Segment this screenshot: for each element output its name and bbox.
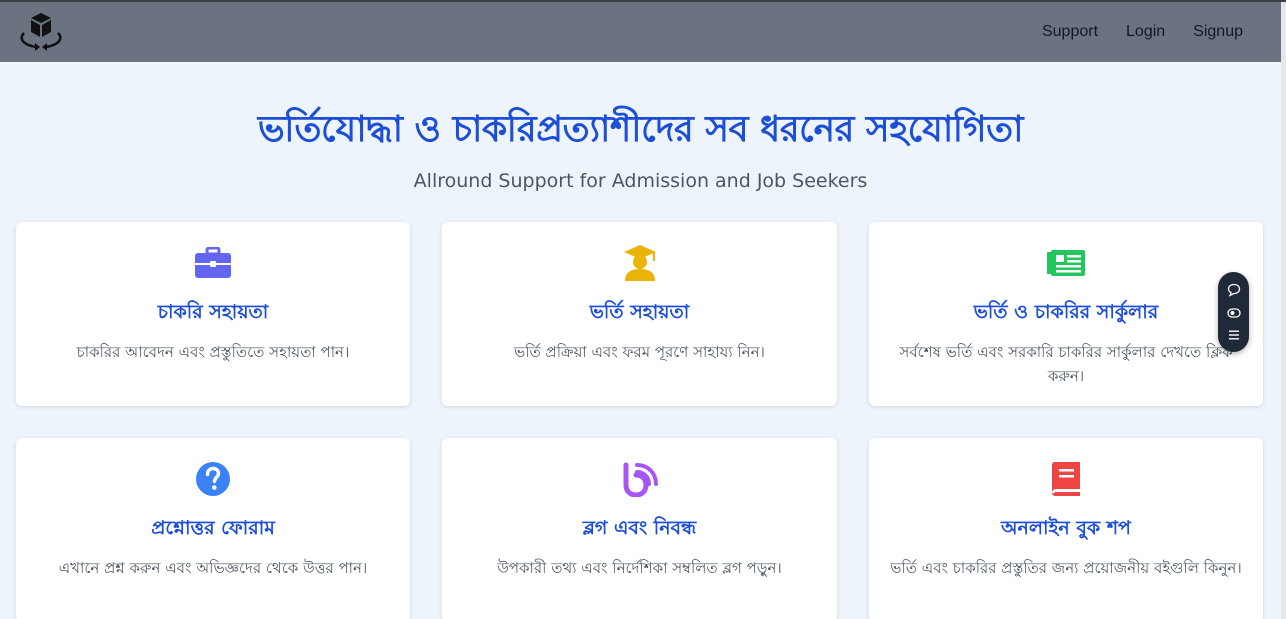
card-description: এখানে প্রশ্ন করুন এবং অভিজ্ঞদের থেকে উত্… [58,559,368,577]
nav-links: Support Login Signup [1042,23,1243,41]
eye-toggle-icon[interactable] [1226,307,1241,319]
nav-link-support[interactable]: Support [1042,23,1098,41]
card-admission-support[interactable]: ভর্তি সহায়তা ভর্তি প্রক্রিয়া এবং ফরম প… [442,222,837,406]
card-title: ভর্তি ও চাকরির সার্কুলার [973,301,1159,323]
card-title: ব্লগ এবং নিবন্ধ [582,517,697,539]
newspaper-icon [1047,250,1085,280]
hero-section: ভর্তিযোদ্ধা ও চাকরিপ্রত্যাশীদের সব ধরনের… [0,62,1281,192]
card-title: অনলাইন বুক শপ [1001,517,1131,539]
card-book-shop[interactable]: অনলাইন বুক শপ ভর্তি এবং চাকরির প্রস্তুতি… [869,438,1263,619]
question-circle-icon [195,461,231,501]
card-description: ভর্তি এবং চাকরির প্রস্তুতির জন্য প্রয়োজ… [890,559,1242,577]
hero-title: ভর্তিযোদ্ধা ও চাকরিপ্রত্যাশীদের সব ধরনের… [257,109,1024,150]
card-title: ভর্তি সহায়তা [589,301,690,323]
card-qa-forum[interactable]: প্রশ্নোত্তর ফোরাম এখানে প্রশ্ন করুন এবং … [16,438,410,619]
card-description: ভর্তি প্রক্রিয়া এবং ফরম পূরণে সাহায্য ন… [514,343,765,361]
page-scrollbar[interactable] [1281,2,1286,619]
nav-link-login[interactable]: Login [1126,23,1165,41]
blog-icon [621,461,659,501]
card-description: সর্বশেষ ভর্তি এবং সরকারি চাকরির সার্কুলা… [899,343,1233,385]
card-description: চাকরির আবেদন এবং প্রস্তুতিতে সহায়তা পান… [76,343,350,361]
card-job-support[interactable]: চাকরি সহায়তা চাকরির আবেদন এবং প্রস্তুতি… [16,222,410,406]
card-description: উপকারী তথ্য এবং নির্দেশিকা সম্বলিত ব্লগ … [497,559,782,577]
briefcase-icon [194,246,232,283]
hero-subtitle: Allround Support for Admission and Job S… [413,170,868,192]
graduate-icon [623,244,657,286]
card-circulars[interactable]: ভর্তি ও চাকরির সার্কুলার সর্বশেষ ভর্তি এ… [869,222,1263,406]
floating-toolbar [1218,272,1249,352]
card-title: চাকরি সহায়তা [157,301,269,323]
book-icon [1050,461,1082,501]
cube-arrows-icon[interactable] [16,12,66,52]
nav-link-signup[interactable]: Signup [1193,23,1243,41]
navbar: Support Login Signup [0,2,1281,62]
card-title: প্রশ্নোত্তর ফোরাম [151,517,275,539]
card-blog[interactable]: ব্লগ এবং নিবন্ধ উপকারী তথ্য এবং নির্দেশি… [442,438,837,619]
service-cards-grid: চাকরি সহায়তা চাকরির আবেদন এবং প্রস্তুতি… [16,222,1264,619]
menu-icon[interactable] [1227,329,1241,341]
chat-bubble-icon[interactable] [1227,283,1241,297]
